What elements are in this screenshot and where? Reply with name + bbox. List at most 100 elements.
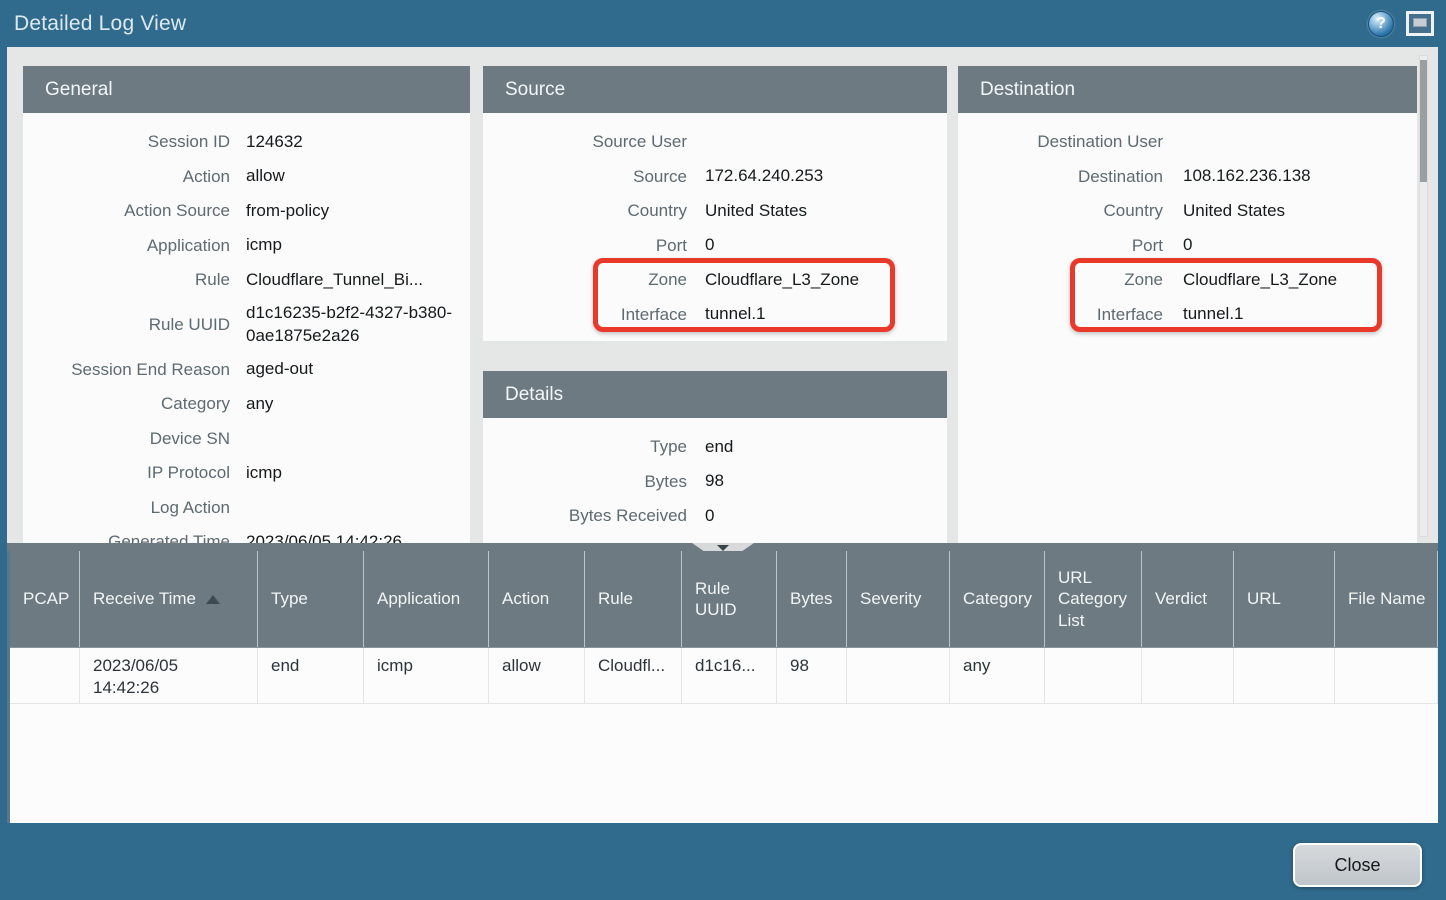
field-label: Country (958, 201, 1163, 221)
general-panel-title: General (23, 66, 470, 113)
scrollbar-thumb[interactable] (1420, 60, 1427, 182)
column-header-label: Application (377, 588, 460, 609)
column-header-label: Rule UUID (695, 578, 768, 621)
column-header-url[interactable]: URL (1234, 551, 1335, 647)
cell-value: d1c16... (695, 656, 756, 675)
field-label: Action (23, 167, 230, 187)
details-panel-title: Details (483, 371, 947, 418)
window-restore-glyph (1413, 18, 1427, 27)
cell-url-category-list (1045, 648, 1142, 703)
log-detail-panels-area: General Session ID124632 Actionallow Act… (7, 47, 1438, 543)
field-row-rule-uuid: Rule UUIDd1c16235-b2f2-4327-b380-0ae1875… (23, 298, 470, 353)
field-row-action-source: Action Sourcefrom-policy (23, 194, 470, 229)
field-row-zone: ZoneCloudflare_L3_Zone (483, 263, 947, 298)
panels-vertical-scrollbar[interactable] (1419, 55, 1428, 537)
field-label: Rule UUID (23, 315, 230, 335)
table-header-row: PCAP Receive Time Type Application Actio… (10, 551, 1438, 648)
column-header-category[interactable]: Category (950, 551, 1045, 647)
cell-application: icmp (364, 648, 489, 703)
field-value: 108.162.236.138 (1183, 165, 1311, 188)
field-row-log-action: Log Action (23, 491, 470, 526)
column-header-file-name[interactable]: File Name (1335, 551, 1438, 647)
field-value: icmp (246, 234, 282, 257)
field-value: 172.64.240.253 (705, 165, 823, 188)
cell-value: Cloudfl... (598, 656, 665, 675)
table-row[interactable]: 2023/06/05 14:42:26 end icmp allow Cloud… (10, 648, 1438, 704)
column-header-label: Verdict (1155, 588, 1207, 609)
field-label: Rule (23, 270, 230, 290)
field-value: Cloudflare_L3_Zone (1183, 269, 1337, 292)
destination-panel-title: Destination (958, 66, 1417, 113)
column-header-severity[interactable]: Severity (847, 551, 950, 647)
column-header-label: URL Category List (1058, 567, 1133, 631)
column-header-label: Severity (860, 588, 921, 609)
field-row-destination-user: Destination User (958, 125, 1417, 160)
field-label: Log Action (23, 498, 230, 518)
help-icon[interactable]: ? (1368, 11, 1394, 37)
field-row-bytes-received: Bytes Received0 (483, 499, 947, 534)
field-label: Source User (483, 132, 687, 152)
column-header-pcap[interactable]: PCAP (10, 551, 80, 647)
titlebar-icons: ? (1368, 11, 1434, 37)
field-label: IP Protocol (23, 463, 230, 483)
cell-pcap (10, 648, 80, 703)
column-header-application[interactable]: Application (364, 551, 489, 647)
field-value: any (246, 393, 273, 416)
close-button[interactable]: Close (1293, 843, 1422, 887)
cell-severity (847, 648, 950, 703)
panel-table-splitter[interactable] (7, 543, 1438, 551)
field-label: Port (483, 236, 687, 256)
cell-value: 2023/06/05 14:42:26 (93, 655, 199, 699)
field-label: Device SN (23, 429, 230, 449)
field-row-type: Typeend (483, 430, 947, 465)
field-row-source-user: Source User (483, 125, 947, 160)
cell-value: end (271, 656, 299, 675)
column-header-url-category-list[interactable]: URL Category List (1045, 551, 1142, 647)
field-label: Destination User (958, 132, 1163, 152)
source-panel-body: Source User Source172.64.240.253 Country… (483, 113, 947, 341)
column-header-receive-time[interactable]: Receive Time (80, 551, 258, 647)
field-row-generated-time: Generated Time 2023/06/05 14:42:26 (23, 525, 470, 543)
window-restore-icon[interactable] (1406, 11, 1434, 36)
column-header-label: Rule (598, 588, 633, 609)
field-row-interface: Interfacetunnel.1 (958, 298, 1417, 333)
column-header-bytes[interactable]: Bytes (777, 551, 847, 647)
cell-rule: Cloudfl... (585, 648, 682, 703)
column-header-label: PCAP (23, 588, 69, 609)
field-value: 0 (705, 234, 714, 257)
cell-value: 98 (790, 656, 809, 675)
cell-value: any (963, 656, 990, 675)
field-row-application: Application icmp (23, 229, 470, 264)
field-value: tunnel.1 (1183, 303, 1244, 326)
destination-panel-body: Destination User Destination 108.162.236.… (958, 113, 1417, 543)
dialog-titlebar: Detailed Log View ? (0, 0, 1446, 47)
column-header-verdict[interactable]: Verdict (1142, 551, 1234, 647)
field-row-ip-protocol: IP Protocol icmp (23, 456, 470, 491)
field-row-session-end-reason: Session End Reasonaged-out (23, 353, 470, 388)
field-value: Cloudflare_L3_Zone (705, 269, 859, 292)
field-label: Interface (483, 305, 687, 325)
field-label: Zone (958, 270, 1163, 290)
field-label: Bytes Received (483, 506, 687, 526)
field-label: Action Source (23, 201, 230, 221)
field-label: Country (483, 201, 687, 221)
column-header-type[interactable]: Type (258, 551, 364, 647)
column-header-action[interactable]: Action (489, 551, 585, 647)
field-label: Session ID (23, 132, 230, 152)
column-header-label: Receive Time (93, 588, 196, 609)
field-row-category: Categoryany (23, 387, 470, 422)
field-value: icmp (246, 462, 282, 485)
field-row-country: CountryUnited States (958, 194, 1417, 229)
column-header-rule-uuid[interactable]: Rule UUID (682, 551, 777, 647)
field-value: 0 (1183, 234, 1192, 257)
cell-value: allow (502, 656, 541, 675)
field-label: Generated Time (23, 532, 230, 543)
field-label: Session End Reason (23, 360, 230, 380)
column-header-rule[interactable]: Rule (585, 551, 682, 647)
field-label: Application (23, 236, 230, 256)
source-panel-title: Source (483, 66, 947, 113)
field-label: Destination (958, 167, 1163, 187)
field-row-action: Actionallow (23, 160, 470, 195)
field-value: 2023/06/05 14:42:26 (246, 531, 402, 543)
field-row-country: CountryUnited States (483, 194, 947, 229)
